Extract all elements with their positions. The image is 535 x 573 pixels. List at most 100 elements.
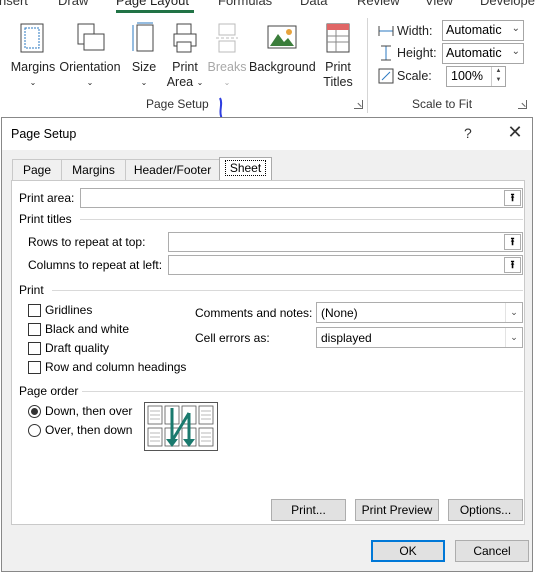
cell-errors-select[interactable]: displayed ⌄ — [316, 327, 523, 348]
print-section-label: Print — [19, 283, 44, 297]
breaks-label: Breaks — [207, 60, 247, 74]
print-titles-button[interactable]: Print Titles — [320, 22, 356, 90]
print-area-icon — [173, 23, 197, 53]
ribbon-tab-bar: nsert Draw Page Layout Formulas Data Rev… — [0, 0, 535, 9]
scale-spinner[interactable]: 100% ▲ ▼ — [446, 66, 506, 87]
width-icon — [378, 26, 394, 36]
active-tab-underline — [116, 10, 194, 13]
print-area-label-2: Area — [166, 75, 194, 89]
rows-to-repeat-input[interactable]: ⭱ — [168, 232, 523, 252]
scale-row: Scale: — [378, 66, 440, 86]
tab-review[interactable]: Review — [357, 0, 400, 8]
orientation-button[interactable]: Orientation ⌄ — [58, 22, 122, 90]
collapse-dialog-icon[interactable]: ⭱ — [504, 257, 521, 273]
margins-icon — [20, 23, 44, 53]
width-row: Width: — [378, 21, 440, 41]
section-divider — [82, 391, 523, 392]
comments-select[interactable]: (None) ⌄ — [316, 302, 523, 323]
tab-margins[interactable]: Margins — [61, 159, 126, 180]
page-order-label: Page order — [19, 384, 79, 398]
columns-to-repeat-label: Columns to repeat at left: — [28, 258, 163, 272]
background-label: Background — [249, 60, 316, 74]
comments-value: (None) — [321, 306, 358, 320]
spinner-arrows-icon[interactable]: ▲ ▼ — [491, 67, 505, 86]
comments-label: Comments and notes: — [195, 306, 313, 320]
chevron-down-icon: ⌄ — [511, 23, 520, 34]
print-preview-button[interactable]: Print Preview — [355, 499, 439, 521]
columns-to-repeat-input[interactable]: ⭱ — [168, 255, 523, 275]
over-then-down-radio[interactable] — [28, 424, 41, 437]
page-setup-group-label: Page Setup — [146, 97, 209, 111]
tab-header-footer[interactable]: Header/Footer — [125, 159, 220, 180]
print-titles-label-1: Print — [325, 60, 351, 74]
chevron-down-icon: ⌄ — [196, 78, 204, 88]
cancel-button[interactable]: Cancel — [455, 540, 529, 562]
close-icon[interactable]: ✕ — [505, 122, 525, 143]
margins-button[interactable]: Margins ⌄ — [10, 22, 56, 90]
height-label: Height: — [378, 45, 440, 61]
scale-label: Scale: — [378, 68, 440, 84]
dialog-title: Page Setup — [11, 127, 77, 141]
chevron-down-icon: ⌄ — [140, 78, 148, 88]
chevron-down-icon: ⌄ — [86, 78, 94, 88]
size-icon — [132, 22, 154, 52]
draft-quality-label: Draft quality — [45, 341, 110, 355]
draft-quality-checkbox[interactable] — [28, 342, 41, 355]
options-button[interactable]: Options... — [448, 499, 523, 521]
collapse-dialog-icon[interactable]: ⭱ — [504, 234, 521, 250]
tab-view[interactable]: View — [425, 0, 453, 8]
chevron-down-icon: ⌄ — [223, 78, 231, 88]
print-area-button[interactable]: Print Area ⌄ — [165, 22, 205, 90]
section-divider — [52, 290, 523, 291]
background-button[interactable]: Background — [249, 22, 316, 75]
chevron-down-icon: ⌄ — [29, 78, 37, 88]
group-divider — [367, 18, 368, 113]
breaks-button[interactable]: Breaks ⌄ — [206, 22, 248, 90]
height-icon — [381, 45, 391, 61]
tab-formulas[interactable]: Formulas — [218, 0, 272, 8]
black-and-white-checkbox[interactable] — [28, 323, 41, 336]
section-divider — [80, 219, 523, 220]
scale-icon — [378, 68, 394, 84]
print-area-label: Print area: — [19, 191, 75, 205]
breaks-icon — [216, 23, 238, 53]
scale-value: 100% — [451, 69, 483, 83]
background-icon — [267, 25, 297, 49]
help-icon[interactable]: ? — [464, 125, 472, 141]
size-button[interactable]: Size ⌄ — [128, 22, 160, 90]
tab-developer[interactable]: Develope — [480, 0, 535, 8]
height-select[interactable]: Automatic ⌄ — [442, 43, 524, 64]
row-column-headings-label: Row and column headings — [45, 360, 187, 374]
tab-page-layout[interactable]: Page Layout — [116, 0, 189, 8]
page-setup-dialog: Page Setup ? ✕ Page Margins Header/Foote… — [1, 117, 533, 572]
cell-errors-value: displayed — [321, 331, 372, 345]
size-label: Size — [131, 60, 157, 74]
print-button[interactable]: Print... — [271, 499, 346, 521]
print-titles-label: Print titles — [19, 212, 72, 226]
print-area-input[interactable]: ⭱ — [80, 188, 523, 208]
down-then-over-label: Down, then over — [45, 404, 133, 418]
rows-to-repeat-label: Rows to repeat at top: — [28, 235, 146, 249]
tab-page[interactable]: Page — [12, 159, 62, 180]
row-column-headings-checkbox[interactable] — [28, 361, 41, 374]
ok-button[interactable]: OK — [371, 540, 445, 562]
cell-errors-label: Cell errors as: — [195, 331, 270, 345]
tab-sheet[interactable]: Sheet — [219, 157, 272, 181]
height-row: Height: — [378, 43, 440, 63]
gridlines-checkbox[interactable] — [28, 304, 41, 317]
tab-insert[interactable]: nsert — [0, 0, 28, 8]
scale-to-fit-launcher-icon[interactable] — [518, 100, 527, 109]
tab-draw[interactable]: Draw — [58, 0, 88, 8]
tab-data[interactable]: Data — [300, 0, 327, 8]
chevron-down-icon: ⌄ — [511, 46, 520, 57]
gridlines-label: Gridlines — [45, 303, 93, 317]
dialog-titlebar: Page Setup ? ✕ — [2, 118, 532, 150]
width-value: Automatic — [446, 23, 502, 37]
print-titles-icon — [326, 23, 350, 53]
width-select[interactable]: Automatic ⌄ — [442, 20, 524, 41]
over-then-down-label: Over, then down — [45, 423, 133, 437]
down-then-over-radio[interactable] — [28, 405, 41, 418]
black-and-white-label: Black and white — [45, 322, 130, 336]
collapse-dialog-icon[interactable]: ⭱ — [504, 190, 521, 206]
page-setup-launcher-icon[interactable] — [354, 100, 363, 109]
